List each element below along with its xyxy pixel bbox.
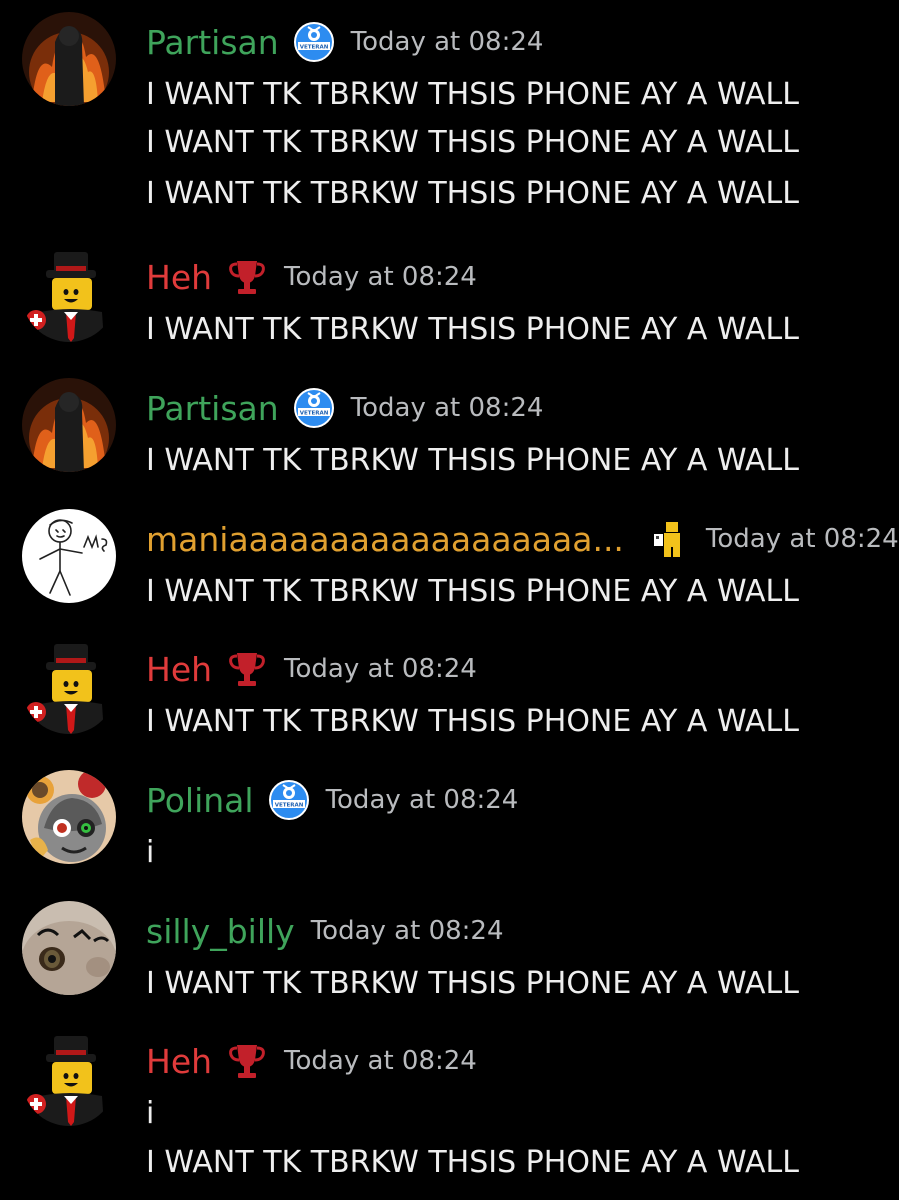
trophy-icon[interactable] xyxy=(226,648,268,690)
message-text: I WANT TK TBRKW THSIS PHONE AY A WALL xyxy=(146,312,799,347)
timestamp: Today at 08:24 xyxy=(325,785,519,815)
timestamp: Today at 08:24 xyxy=(284,262,477,292)
avatar[interactable] xyxy=(22,901,116,995)
message-header: maniaaaaaaaaaaaaaaaaaa... Today at 08:24 xyxy=(146,515,899,563)
message-header: Heh Today at 08:24 xyxy=(146,645,477,693)
avatar[interactable] xyxy=(22,1032,116,1126)
username[interactable]: Partisan xyxy=(146,23,279,62)
timestamp: Today at 08:24 xyxy=(350,27,544,57)
message-text: I WANT TK TBRKW THSIS PHONE AY A WALL xyxy=(146,1145,799,1180)
avatar[interactable] xyxy=(22,248,116,342)
message-text: I WANT TK TBRKW THSIS PHONE AY A WALL xyxy=(146,77,799,112)
avatar[interactable] xyxy=(22,12,116,106)
message-header: silly_billy Today at 08:24 xyxy=(146,907,504,955)
message-text: I WANT TK TBRKW THSIS PHONE AY A WALL xyxy=(146,125,799,160)
username[interactable]: Heh xyxy=(146,1042,212,1081)
username[interactable]: Heh xyxy=(146,650,212,689)
avatar[interactable] xyxy=(22,640,116,734)
username[interactable]: maniaaaaaaaaaaaaaaaaaa... xyxy=(146,520,624,559)
avatar[interactable] xyxy=(22,378,116,472)
avatar[interactable] xyxy=(22,509,116,603)
username[interactable]: silly_billy xyxy=(146,912,295,951)
message-text: i xyxy=(146,835,155,870)
avatar[interactable] xyxy=(22,770,116,864)
timestamp: Today at 08:24 xyxy=(310,916,504,946)
veteran-badge-icon[interactable] xyxy=(293,21,335,63)
timestamp: Today at 08:24 xyxy=(284,654,477,684)
roblox-figure-icon[interactable] xyxy=(648,518,690,560)
timestamp: Today at 08:24 xyxy=(284,1046,477,1076)
username[interactable]: Heh xyxy=(146,258,212,297)
timestamp: Today at 08:24 xyxy=(705,524,899,554)
veteran-badge-icon[interactable] xyxy=(268,779,310,821)
message-header: Heh Today at 08:24 xyxy=(146,253,477,301)
message-text: I WANT TK TBRKW THSIS PHONE AY A WALL xyxy=(146,443,799,478)
message-header: Partisan Today at 08:24 xyxy=(146,18,543,66)
username[interactable]: Partisan xyxy=(146,389,279,428)
username[interactable]: Polinal xyxy=(146,781,254,820)
message-text: i xyxy=(146,1096,155,1131)
message-text: I WANT TK TBRKW THSIS PHONE AY A WALL xyxy=(146,966,799,1001)
message-text: I WANT TK TBRKW THSIS PHONE AY A WALL xyxy=(146,176,799,211)
message-text: I WANT TK TBRKW THSIS PHONE AY A WALL xyxy=(146,574,799,609)
message-header: Heh Today at 08:24 xyxy=(146,1037,477,1085)
message-header: Partisan Today at 08:24 xyxy=(146,384,543,432)
trophy-icon[interactable] xyxy=(226,256,268,298)
veteran-badge-icon[interactable] xyxy=(293,387,335,429)
message-header: Polinal Today at 08:24 xyxy=(146,776,518,824)
trophy-icon[interactable] xyxy=(226,1040,268,1082)
message-text: I WANT TK TBRKW THSIS PHONE AY A WALL xyxy=(146,704,799,739)
timestamp: Today at 08:24 xyxy=(350,393,544,423)
